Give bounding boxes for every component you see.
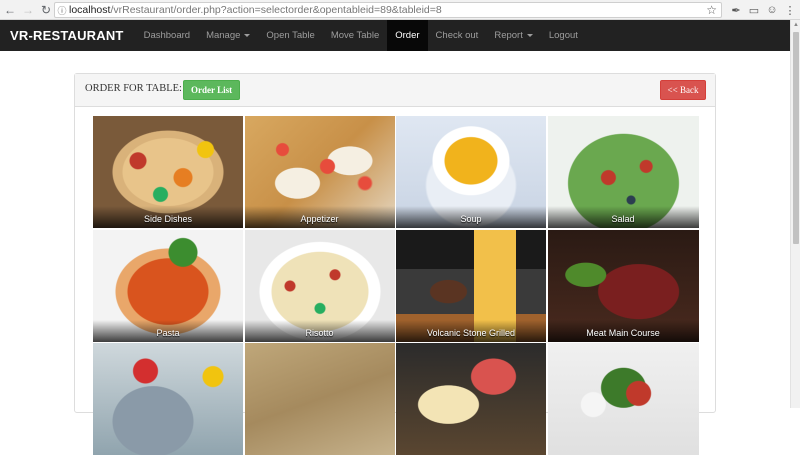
nav-open-table[interactable]: Open Table xyxy=(258,20,322,51)
scroll-up-arrow-icon[interactable]: ▲ xyxy=(793,22,799,28)
nav-dashboard[interactable]: Dashboard xyxy=(136,20,198,51)
page-scrollbar[interactable]: ▲ xyxy=(790,20,800,408)
back-arrow-icon[interactable]: ← xyxy=(2,2,18,18)
top-navbar: VR-RESTAURANT Dashboard Manage Open Tabl… xyxy=(0,20,790,51)
scroll-thumb[interactable] xyxy=(793,32,799,244)
nav-label: Logout xyxy=(548,30,578,41)
back-button[interactable]: << Back xyxy=(660,80,706,100)
url-host: localhost xyxy=(69,4,111,16)
category-label: Risotto xyxy=(244,319,395,342)
category-grid: Side Dishes Appetizer Soup Salad Pasta R… xyxy=(93,116,699,455)
url-path: /vrRestaurant/order.php?action=selectord… xyxy=(110,4,442,16)
order-list-button[interactable]: Order List xyxy=(183,80,241,100)
category-tile-volcanic-stone-grilled[interactable]: Volcanic Stone Grilled xyxy=(396,229,546,342)
nav-label: Open Table xyxy=(266,30,315,41)
nav-label: Dashboard xyxy=(143,30,191,41)
category-tile-meat-main-course[interactable]: Meat Main Course xyxy=(547,229,699,342)
category-label: Salad xyxy=(547,206,699,228)
nav-label: Manage xyxy=(206,30,241,41)
category-tile-risotto[interactable]: Risotto xyxy=(244,229,395,342)
category-label: Volcanic Stone Grilled xyxy=(396,319,546,342)
category-tile-pasta[interactable]: Pasta xyxy=(93,229,243,342)
category-label: Soup xyxy=(396,206,546,228)
caret-down-icon xyxy=(244,33,251,37)
category-label: Side Dishes xyxy=(93,206,243,228)
category-tile[interactable] xyxy=(547,343,699,455)
cast-icon[interactable]: ▭ xyxy=(746,2,762,18)
reload-icon[interactable]: ↻ xyxy=(38,2,54,18)
address-bar[interactable]: ⓘ localhost /vrRestaurant/order.php?acti… xyxy=(54,2,722,18)
extension-pen-icon[interactable]: ✒ xyxy=(728,2,744,18)
category-label: Meat Main Course xyxy=(547,319,699,342)
brand-logo[interactable]: VR-RESTAURANT xyxy=(0,20,136,51)
caret-down-icon xyxy=(526,33,533,37)
category-tile-salad[interactable]: Salad xyxy=(547,116,699,228)
nav-logout[interactable]: Logout xyxy=(541,20,586,51)
food-photo xyxy=(396,343,546,455)
nav-label: Report xyxy=(494,30,523,41)
order-table-title: ORDER FOR TABLE: 1 xyxy=(85,83,190,94)
category-label: Appetizer xyxy=(244,206,395,228)
nav-label: Move Table xyxy=(330,30,380,41)
nav-order[interactable]: Order xyxy=(387,20,428,51)
food-photo xyxy=(244,343,395,455)
nav-manage[interactable]: Manage xyxy=(198,20,258,51)
category-tile-appetizer[interactable]: Appetizer xyxy=(244,116,395,228)
browser-toolbar: ← → ↻ ⓘ localhost /vrRestaurant/order.ph… xyxy=(0,0,800,20)
nav-report[interactable]: Report xyxy=(486,20,541,51)
info-icon[interactable]: ⓘ xyxy=(55,4,69,17)
menu-dots-icon[interactable]: ⋮ xyxy=(782,2,798,18)
order-panel: ORDER FOR TABLE: 1 Order List << Back Si… xyxy=(74,73,716,455)
nav-check-out[interactable]: Check out xyxy=(428,20,487,51)
category-tile-soup[interactable]: Soup xyxy=(396,116,546,228)
forward-arrow-icon[interactable]: → xyxy=(20,2,36,18)
category-tile[interactable] xyxy=(396,343,546,455)
category-tile[interactable] xyxy=(93,343,243,455)
category-tile-side-dishes[interactable]: Side Dishes xyxy=(93,116,243,228)
nav-label: Order xyxy=(395,30,420,41)
nav-move-table[interactable]: Move Table xyxy=(323,20,387,51)
bookmark-star-icon[interactable]: ☆ xyxy=(706,3,717,17)
nav-label: Check out xyxy=(435,30,479,41)
food-photo xyxy=(547,343,699,455)
profile-icon[interactable]: ☺ xyxy=(764,2,780,18)
category-label: Pasta xyxy=(93,319,243,342)
food-photo xyxy=(93,343,243,455)
category-tile[interactable] xyxy=(244,343,395,455)
panel-heading: ORDER FOR TABLE: 1 Order List << Back xyxy=(75,74,715,107)
